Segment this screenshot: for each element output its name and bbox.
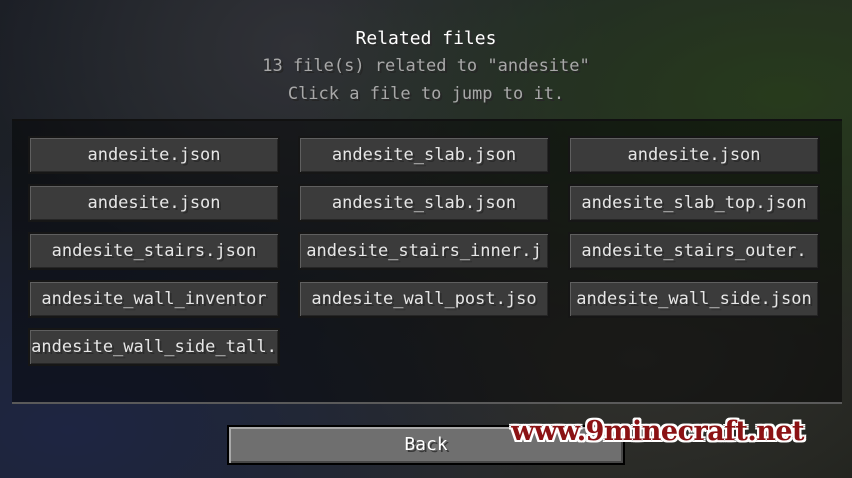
related-count-text: 13 file(s) related to "andesite" bbox=[262, 56, 590, 76]
file-button[interactable]: andesite_stairs_inner.j bbox=[298, 232, 550, 270]
file-button[interactable]: andesite_slab.json bbox=[298, 184, 550, 222]
page-title: Related files bbox=[355, 28, 497, 49]
file-button[interactable]: andesite_wall_side.json bbox=[568, 280, 820, 318]
file-grid: andesite.json andesite_slab.json andesit… bbox=[28, 136, 820, 366]
file-button[interactable]: andesite_stairs.json bbox=[28, 232, 280, 270]
file-button[interactable]: andesite_wall_inventor bbox=[28, 280, 280, 318]
file-button[interactable]: andesite_wall_side_tall. bbox=[28, 328, 280, 366]
watermark-logo: www.9minecraft.net bbox=[511, 416, 804, 447]
file-button[interactable]: andesite.json bbox=[28, 184, 280, 222]
file-button[interactable]: andesite_slab.json bbox=[298, 136, 550, 174]
header: Related files 13 file(s) related to "and… bbox=[0, 26, 852, 108]
file-button[interactable]: andesite.json bbox=[28, 136, 280, 174]
file-button[interactable]: andesite.json bbox=[568, 136, 820, 174]
file-button[interactable]: andesite_slab_top.json bbox=[568, 184, 820, 222]
file-list-panel: andesite.json andesite_slab.json andesit… bbox=[12, 119, 842, 404]
hint-text: Click a file to jump to it. bbox=[287, 84, 565, 104]
file-button[interactable]: andesite_stairs_outer. bbox=[568, 232, 820, 270]
file-button[interactable]: andesite_wall_post.jso bbox=[298, 280, 550, 318]
